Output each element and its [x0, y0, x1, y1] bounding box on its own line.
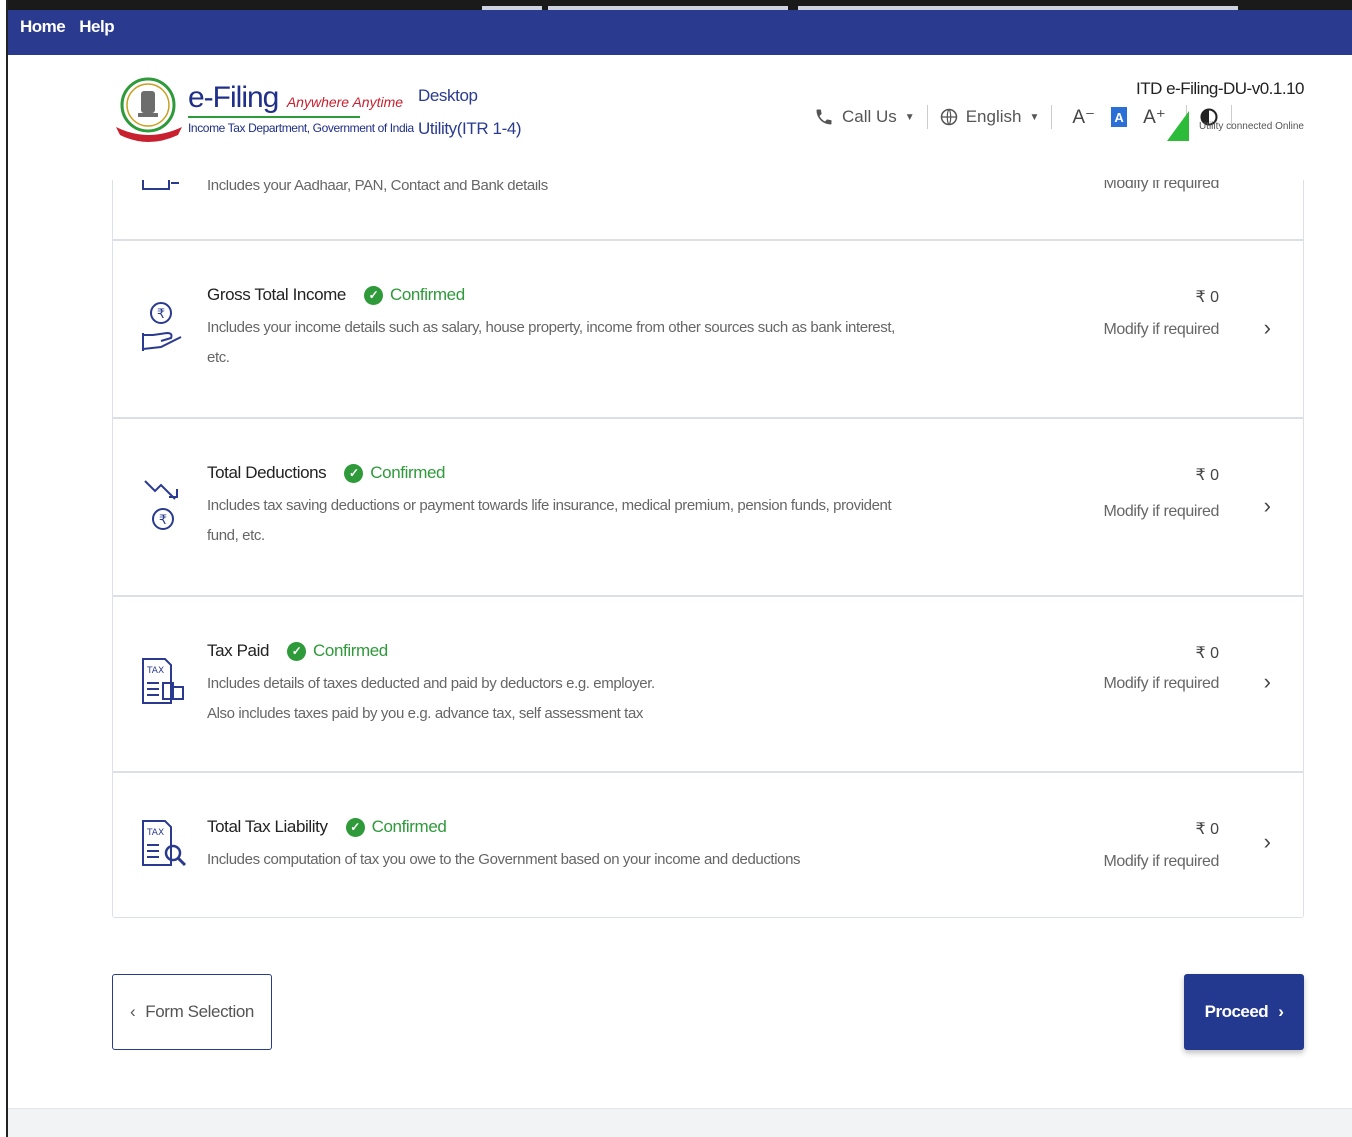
rupee-hand-icon: ₹ — [142, 302, 182, 351]
globe-icon — [940, 108, 957, 126]
row-description-line: Includes details of taxes deducted and p… — [207, 675, 655, 692]
status-badge: ✓ Confirmed — [345, 817, 447, 837]
version-label: ITD e-Filing-DU-v0.1.10 — [1136, 79, 1305, 98]
chevron-left-icon: ‹ — [130, 1002, 136, 1021]
toolbar-divider — [1051, 105, 1053, 129]
brand-subtitle: Income Tax Department, Government of Ind… — [188, 121, 414, 135]
footer — [8, 1108, 1352, 1137]
status-badge: ✓ Confirmed — [287, 641, 388, 661]
status-badge: ✓ Confirmed — [363, 285, 465, 305]
app-name: Desktop Utility(ITR 1-4) — [418, 79, 522, 145]
chevron-right-icon[interactable]: › — [1264, 829, 1271, 855]
tax-search-icon: TAX — [142, 820, 187, 867]
summary-card-list: Includes your Aadhaar, PAN, Contact and … — [112, 150, 1304, 918]
menu-help[interactable]: Help — [79, 17, 114, 37]
list-item[interactable]: ₹ Gross Total Income ✓ Confirmed Includes… — [113, 241, 1303, 419]
row-description-line: etc. — [207, 349, 230, 366]
caret-down-icon: ▼ — [1029, 111, 1040, 123]
row-title-label: Tax Paid — [207, 641, 270, 660]
brand-block: e-Filing Anywhere Anytime Income Tax Dep… — [188, 81, 414, 135]
signal-icon — [1166, 111, 1189, 141]
status-badge: ✓ Confirmed — [344, 463, 446, 483]
form-selection-button[interactable]: ‹ Form Selection — [112, 974, 272, 1050]
row-description: Includes computation of tax you owe to t… — [207, 845, 907, 875]
font-increase-button[interactable]: A⁺ — [1143, 106, 1166, 129]
caret-down-icon: ▼ — [904, 111, 915, 123]
row-amount: ₹ 0 — [1195, 467, 1219, 484]
font-decrease-button[interactable]: A⁻ — [1072, 106, 1095, 129]
list-item[interactable]: ₹ Total Deductions ✓ Confirmed Includes t… — [113, 419, 1303, 597]
list-item[interactable]: TAX Tax Paid ✓ Confirmed Includes details… — [113, 597, 1303, 773]
proceed-button[interactable]: Proceed › — [1184, 974, 1304, 1050]
brand-tagline: Anywhere Anytime — [286, 94, 404, 110]
row-title-label: Gross Total Income — [207, 285, 346, 304]
emblem-logo-icon — [116, 77, 182, 142]
row-description-line: fund, etc. — [207, 527, 265, 544]
title-strip — [8, 0, 1352, 10]
modify-link[interactable]: Modify if required — [1103, 503, 1219, 521]
menu-home[interactable]: Home — [20, 17, 66, 37]
row-description-line: Includes your income details such as sal… — [207, 319, 895, 336]
call-us-label: Call Us — [842, 107, 897, 126]
connection-status: Utility connected Online — [1198, 120, 1304, 132]
modify-link[interactable]: Modify if required — [1103, 675, 1219, 693]
row-title-label: Total Deductions — [207, 463, 327, 482]
modify-link[interactable]: Modify if required — [1103, 853, 1219, 871]
row-title: Gross Total Income ✓ Confirmed — [207, 285, 465, 305]
language-label: English — [965, 107, 1022, 126]
chevron-right-icon[interactable]: › — [1264, 669, 1271, 695]
row-amount: ₹ 0 — [1195, 645, 1219, 662]
check-circle-icon: ✓ — [344, 463, 364, 483]
menu-bar: Home Help — [8, 10, 1352, 55]
language-dropdown[interactable]: English ▼ — [940, 107, 1040, 127]
status-label: Confirmed — [313, 641, 388, 660]
status-label: Confirmed — [371, 817, 447, 836]
row-description-line: Includes tax saving deductions or paymen… — [207, 497, 892, 514]
svg-text:₹: ₹ — [159, 513, 167, 528]
status-label: Confirmed — [389, 285, 465, 304]
row-title: Total Tax Liability ✓ Confirmed — [207, 817, 447, 837]
check-circle-icon: ✓ — [287, 641, 307, 661]
svg-text:₹: ₹ — [157, 307, 165, 322]
row-title: Total Deductions ✓ Confirmed — [207, 463, 446, 483]
brand-title: e-Filing — [188, 81, 279, 114]
row-description: Includes details of taxes deducted and p… — [207, 669, 907, 729]
status-label: Confirmed — [370, 463, 446, 482]
app-name-line1: Desktop — [418, 86, 478, 105]
tax-document-icon: TAX — [142, 658, 184, 704]
row-description: Includes your income details such as sal… — [207, 313, 907, 373]
phone-icon — [816, 109, 832, 125]
chevron-right-icon: › — [1278, 1002, 1284, 1021]
row-amount: ₹ 0 — [1195, 821, 1219, 838]
app-name-line2: Utility(ITR 1-4) — [418, 119, 522, 138]
connection-indicator: Utility connected Online — [1166, 111, 1304, 141]
row-title: Tax Paid ✓ Confirmed — [207, 641, 388, 661]
svg-text:TAX: TAX — [146, 828, 164, 838]
row-description-line: Includes computation of tax you owe to t… — [207, 851, 801, 868]
call-us-dropdown[interactable]: Call Us ▼ — [814, 107, 915, 127]
proceed-label: Proceed — [1204, 1002, 1269, 1021]
chevron-right-icon[interactable]: › — [1264, 493, 1271, 519]
row-description: Includes tax saving deductions or paymen… — [207, 491, 907, 551]
brand-rule — [188, 116, 360, 118]
deduction-rupee-icon: ₹ — [144, 480, 178, 530]
list-item[interactable]: TAX Total Tax Liability ✓ Confirmed Inclu… — [113, 773, 1303, 917]
check-circle-icon: ✓ — [345, 817, 365, 837]
row-description-line: Also includes taxes paid by you e.g. adv… — [207, 705, 643, 722]
row-title-label: Total Tax Liability — [207, 817, 328, 836]
check-circle-icon: ✓ — [363, 285, 383, 305]
svg-text:TAX: TAX — [146, 666, 164, 676]
app-header: e-Filing Anywhere Anytime Income Tax Dep… — [8, 55, 1352, 180]
row-amount: ₹ 0 — [1195, 289, 1219, 306]
modify-link[interactable]: Modify if required — [1103, 321, 1219, 339]
form-selection-label: Form Selection — [145, 1002, 254, 1021]
chevron-right-icon[interactable]: › — [1264, 315, 1271, 341]
font-normal-button[interactable]: A — [1111, 107, 1128, 127]
toolbar-divider — [926, 105, 928, 129]
